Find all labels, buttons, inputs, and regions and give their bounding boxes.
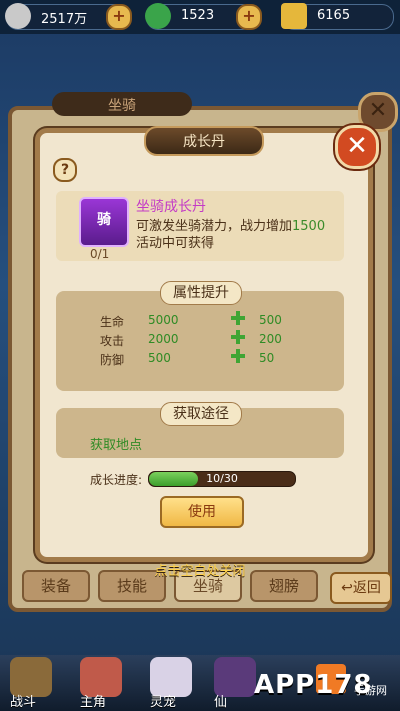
source-header: 获取途径 <box>160 402 242 426</box>
nav-label: 灵宠 <box>150 695 177 710</box>
dialog-title: 成长丹 <box>183 134 225 150</box>
nav-pet[interactable]: 灵宠 <box>142 655 202 711</box>
source-location-link[interactable]: 获取地点 <box>90 434 142 453</box>
attribute-base: 2000 <box>148 332 179 346</box>
power-increase-value: 1500 <box>292 219 326 234</box>
plus-icon <box>231 311 245 325</box>
return-arrow-icon: ↩ <box>341 580 353 596</box>
attribute-row: 攻击 2000 200 <box>0 330 400 350</box>
plus-icon <box>231 349 245 363</box>
progress-text: 10/30 <box>206 472 238 485</box>
attribute-increase: 200 <box>259 332 282 346</box>
progress-label: 成长进度: <box>90 473 143 487</box>
item-icon-char: 骑 <box>97 212 111 228</box>
jade-value: 1523 <box>181 8 215 23</box>
nav-label: 仙 <box>214 695 228 710</box>
return-label: 返回 <box>352 580 381 596</box>
help-button[interactable]: ? <box>53 158 77 182</box>
tap-to-close-hint[interactable]: 点击空白处关闭 <box>0 560 400 579</box>
use-button[interactable]: 使用 <box>160 496 244 528</box>
jade-icon <box>145 3 171 29</box>
attribute-base: 500 <box>148 351 171 365</box>
attribute-increase: 500 <box>259 313 282 327</box>
nav-battle[interactable]: 战斗 <box>2 655 62 711</box>
dialog-close-button[interactable]: ✕ <box>335 125 379 169</box>
attribute-base: 5000 <box>148 313 179 327</box>
attribute-name: 防御 <box>100 353 125 367</box>
mount-panel-title-bar: 坐骑 <box>52 92 192 116</box>
item-count: 0/1 <box>90 247 110 261</box>
dialog-title-bar: 成长丹 <box>144 126 264 156</box>
add-coins-button[interactable]: + <box>106 4 132 30</box>
silver-coin-icon <box>5 3 31 29</box>
plus-icon <box>231 330 245 344</box>
item-source-note: 活动中可获得 <box>136 236 215 251</box>
nav-hero[interactable]: 主角 <box>72 655 132 711</box>
nav-label: 主角 <box>80 695 107 710</box>
attribute-row: 防御 500 50 <box>0 349 400 369</box>
coin-value: 2517万 <box>41 12 88 27</box>
attribute-name: 攻击 <box>100 334 125 348</box>
mount-pill-item-icon[interactable]: 骑 <box>79 197 129 247</box>
gold-resource: 6165 <box>281 3 394 30</box>
attribute-header: 属性提升 <box>160 281 242 305</box>
item-name: 坐骑成长丹 <box>136 199 206 215</box>
attribute-name: 生命 <box>100 315 125 329</box>
mount-panel-title: 坐骑 <box>108 98 136 114</box>
attribute-increase: 50 <box>259 351 275 365</box>
nav-label: 战斗 <box>10 695 37 710</box>
watermark-subtext: 手游网 <box>354 684 387 697</box>
growth-progress-bar: 10/30 <box>148 471 296 487</box>
attribute-row: 生命 5000 500 <box>0 311 400 331</box>
gold-ingot-icon <box>281 3 307 29</box>
add-jade-button[interactable]: + <box>236 4 262 30</box>
gold-value: 6165 <box>317 8 351 23</box>
